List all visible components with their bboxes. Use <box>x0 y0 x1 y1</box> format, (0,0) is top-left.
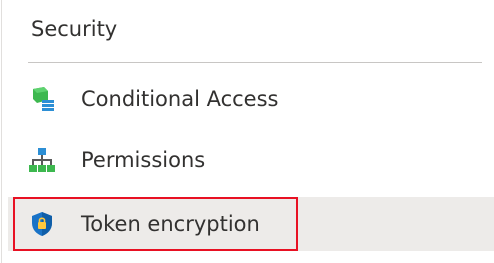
nav-item-token-encryption[interactable]: Token encryption <box>8 197 494 251</box>
panel-left-border <box>1 0 2 263</box>
section-header-security: Security <box>31 17 118 41</box>
nav-item-label: Token encryption <box>81 212 260 236</box>
shield-lock-icon <box>28 210 56 238</box>
nav-item-label: Conditional Access <box>81 87 279 111</box>
nav-item-permissions[interactable]: Permissions <box>8 133 494 187</box>
conditional-access-icon <box>28 85 56 113</box>
permissions-icon <box>28 146 56 174</box>
security-menu-panel: Security Conditional Access Permissions … <box>0 0 494 263</box>
nav-item-conditional-access[interactable]: Conditional Access <box>8 72 494 126</box>
section-divider <box>28 62 482 63</box>
nav-item-label: Permissions <box>81 148 206 172</box>
